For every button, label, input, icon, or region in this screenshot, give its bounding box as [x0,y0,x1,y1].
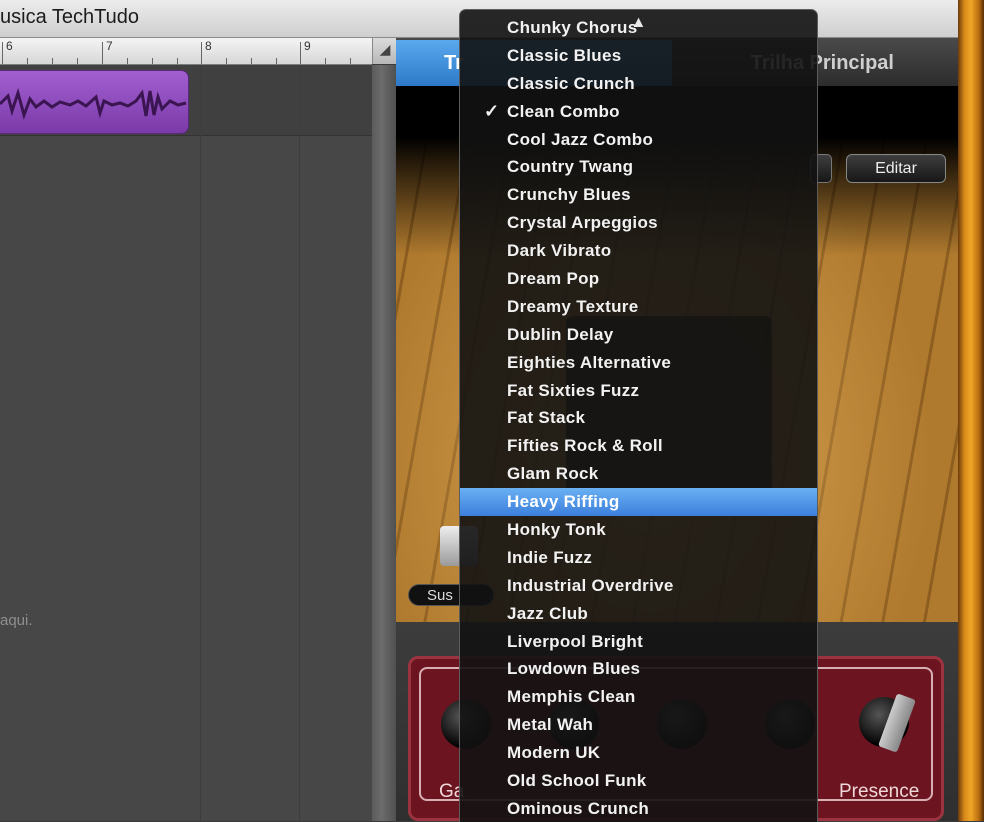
menu-item-label: Crunchy Blues [507,185,631,205]
timeline-ruler[interactable]: 6 7 8 9 [0,38,372,65]
menu-item-label: Lowdown Blues [507,659,641,679]
patch-dropdown-menu[interactable]: ▲ Chunky Chorus Classic Blues Classic Crun… [459,9,818,822]
audio-region[interactable] [0,70,189,134]
menu-item[interactable]: Memphis Clean [460,683,817,711]
menu-item-label: Fifties Rock & Roll [507,436,663,456]
ruler-mark: 8 [205,39,212,53]
menu-item[interactable]: Chunky Chorus [460,14,817,42]
menu-item[interactable]: Indie Fuzz [460,544,817,572]
menu-item-label: Ominous Crunch [507,798,650,818]
menu-item[interactable]: Classic Crunch [460,70,817,98]
menu-item-label: Metal Wah [507,715,594,735]
menu-item[interactable]: Heavy Riffing [460,488,817,517]
grid-line [200,65,201,821]
menu-item[interactable]: Industrial Overdrive [460,572,817,600]
menu-item-label: Glam Rock [507,464,599,484]
ruler-minor-tick [127,58,128,64]
edit-button[interactable]: Editar [846,154,946,183]
menu-item-label: Dreamy Texture [507,296,639,316]
ruler-minor-tick [177,58,178,64]
ruler-tick [300,42,301,64]
menu-item[interactable]: Lowdown Blues [460,655,817,683]
menu-item[interactable]: Classic Blues [460,42,817,70]
ruler-minor-tick [27,58,28,64]
menu-item[interactable]: Dreamy Texture [460,293,817,321]
menu-item[interactable]: Eighties Alternative [460,349,817,377]
menu-item[interactable]: Cool Jazz Combo [460,126,817,154]
menu-item-label: Dublin Delay [507,324,614,344]
menu-item-label: Cool Jazz Combo [507,129,654,149]
menu-item[interactable]: Crystal Arpeggios [460,209,817,237]
menu-item-label: Eighties Alternative [507,352,672,372]
grid-line [299,65,300,821]
menu-item-label: Clean Combo [507,101,620,121]
menu-item-label: Chunky Chorus [507,18,638,37]
menu-item-label: Industrial Overdrive [507,575,674,595]
menu-item-label: Memphis Clean [507,687,636,707]
menu-item-label: Dream Pop [507,269,600,289]
menu-item[interactable]: Modern UK [460,739,817,767]
menu-item[interactable]: Dublin Delay [460,321,817,349]
menu-item[interactable]: Old School Funk [460,767,817,795]
presence-label: Presence [839,781,920,802]
menu-item-label: Honky Tonk [507,520,607,540]
menu-item-label: Country Twang [507,157,634,177]
patch-menu-list: Chunky Chorus Classic Blues Classic Crunch… [460,18,817,822]
menu-item[interactable]: Metal Wah [460,711,817,739]
waveform-icon [0,87,187,120]
menu-item[interactable]: Jazz Club [460,600,817,628]
ruler-tick [2,42,3,64]
ruler-zoom-icon[interactable]: ◢ [372,38,397,64]
menu-item-label: Modern UK [507,743,601,763]
menu-item[interactable]: Ominous Crunch [460,795,817,822]
menu-item[interactable]: Dream Pop [460,265,817,293]
window-wood-edge [958,0,984,821]
menu-item-label: Crystal Arpeggios [507,213,658,233]
ruler-minor-tick [226,58,227,64]
menu-item[interactable]: ✓ Clean Combo [460,98,817,126]
menu-item[interactable]: Glam Rock [460,460,817,488]
menu-item[interactable]: Fat Stack [460,404,817,432]
ruler-mark: 6 [6,39,13,53]
menu-item-label: Classic Blues [507,45,622,65]
menu-item[interactable]: Honky Tonk [460,516,817,544]
menu-item[interactable]: Liverpool Bright [460,628,817,656]
ruler-tick [201,42,202,64]
menu-item[interactable]: Fifties Rock & Roll [460,432,817,460]
tracks-hint: aqui. [0,612,33,629]
menu-item-label: Jazz Club [507,603,589,623]
menu-item-label: Indie Fuzz [507,547,593,567]
ruler-minor-tick [251,58,252,64]
ruler-minor-tick [52,58,53,64]
ruler-minor-tick [77,58,78,64]
menu-item-label: Dark Vibrato [507,241,612,261]
ruler-minor-tick [325,58,326,64]
pane-splitter[interactable] [372,65,396,821]
menu-item-label: Heavy Riffing [507,492,620,512]
menu-item-label: Classic Crunch [507,73,635,93]
menu-item[interactable]: Dark Vibrato [460,237,817,265]
ruler-minor-tick [152,58,153,64]
ruler-minor-tick [350,58,351,64]
menu-item-label: Fat Sixties Fuzz [507,380,640,400]
menu-item[interactable]: Country Twang [460,153,817,181]
ruler-mark: 7 [106,39,113,53]
ruler-minor-tick [276,58,277,64]
window-title: usica TechTudo [0,6,139,28]
ruler-tick [102,42,103,64]
checkmark-icon: ✓ [484,100,500,121]
menu-item[interactable]: Crunchy Blues [460,181,817,209]
menu-item-label: Old School Funk [507,771,647,791]
menu-item-label: Liverpool Bright [507,631,644,651]
menu-item[interactable]: Fat Sixties Fuzz [460,377,817,405]
menu-item-label: Fat Stack [507,408,586,428]
tracks-area[interactable]: aqui. [0,65,372,821]
ruler-mark: 9 [304,39,311,53]
